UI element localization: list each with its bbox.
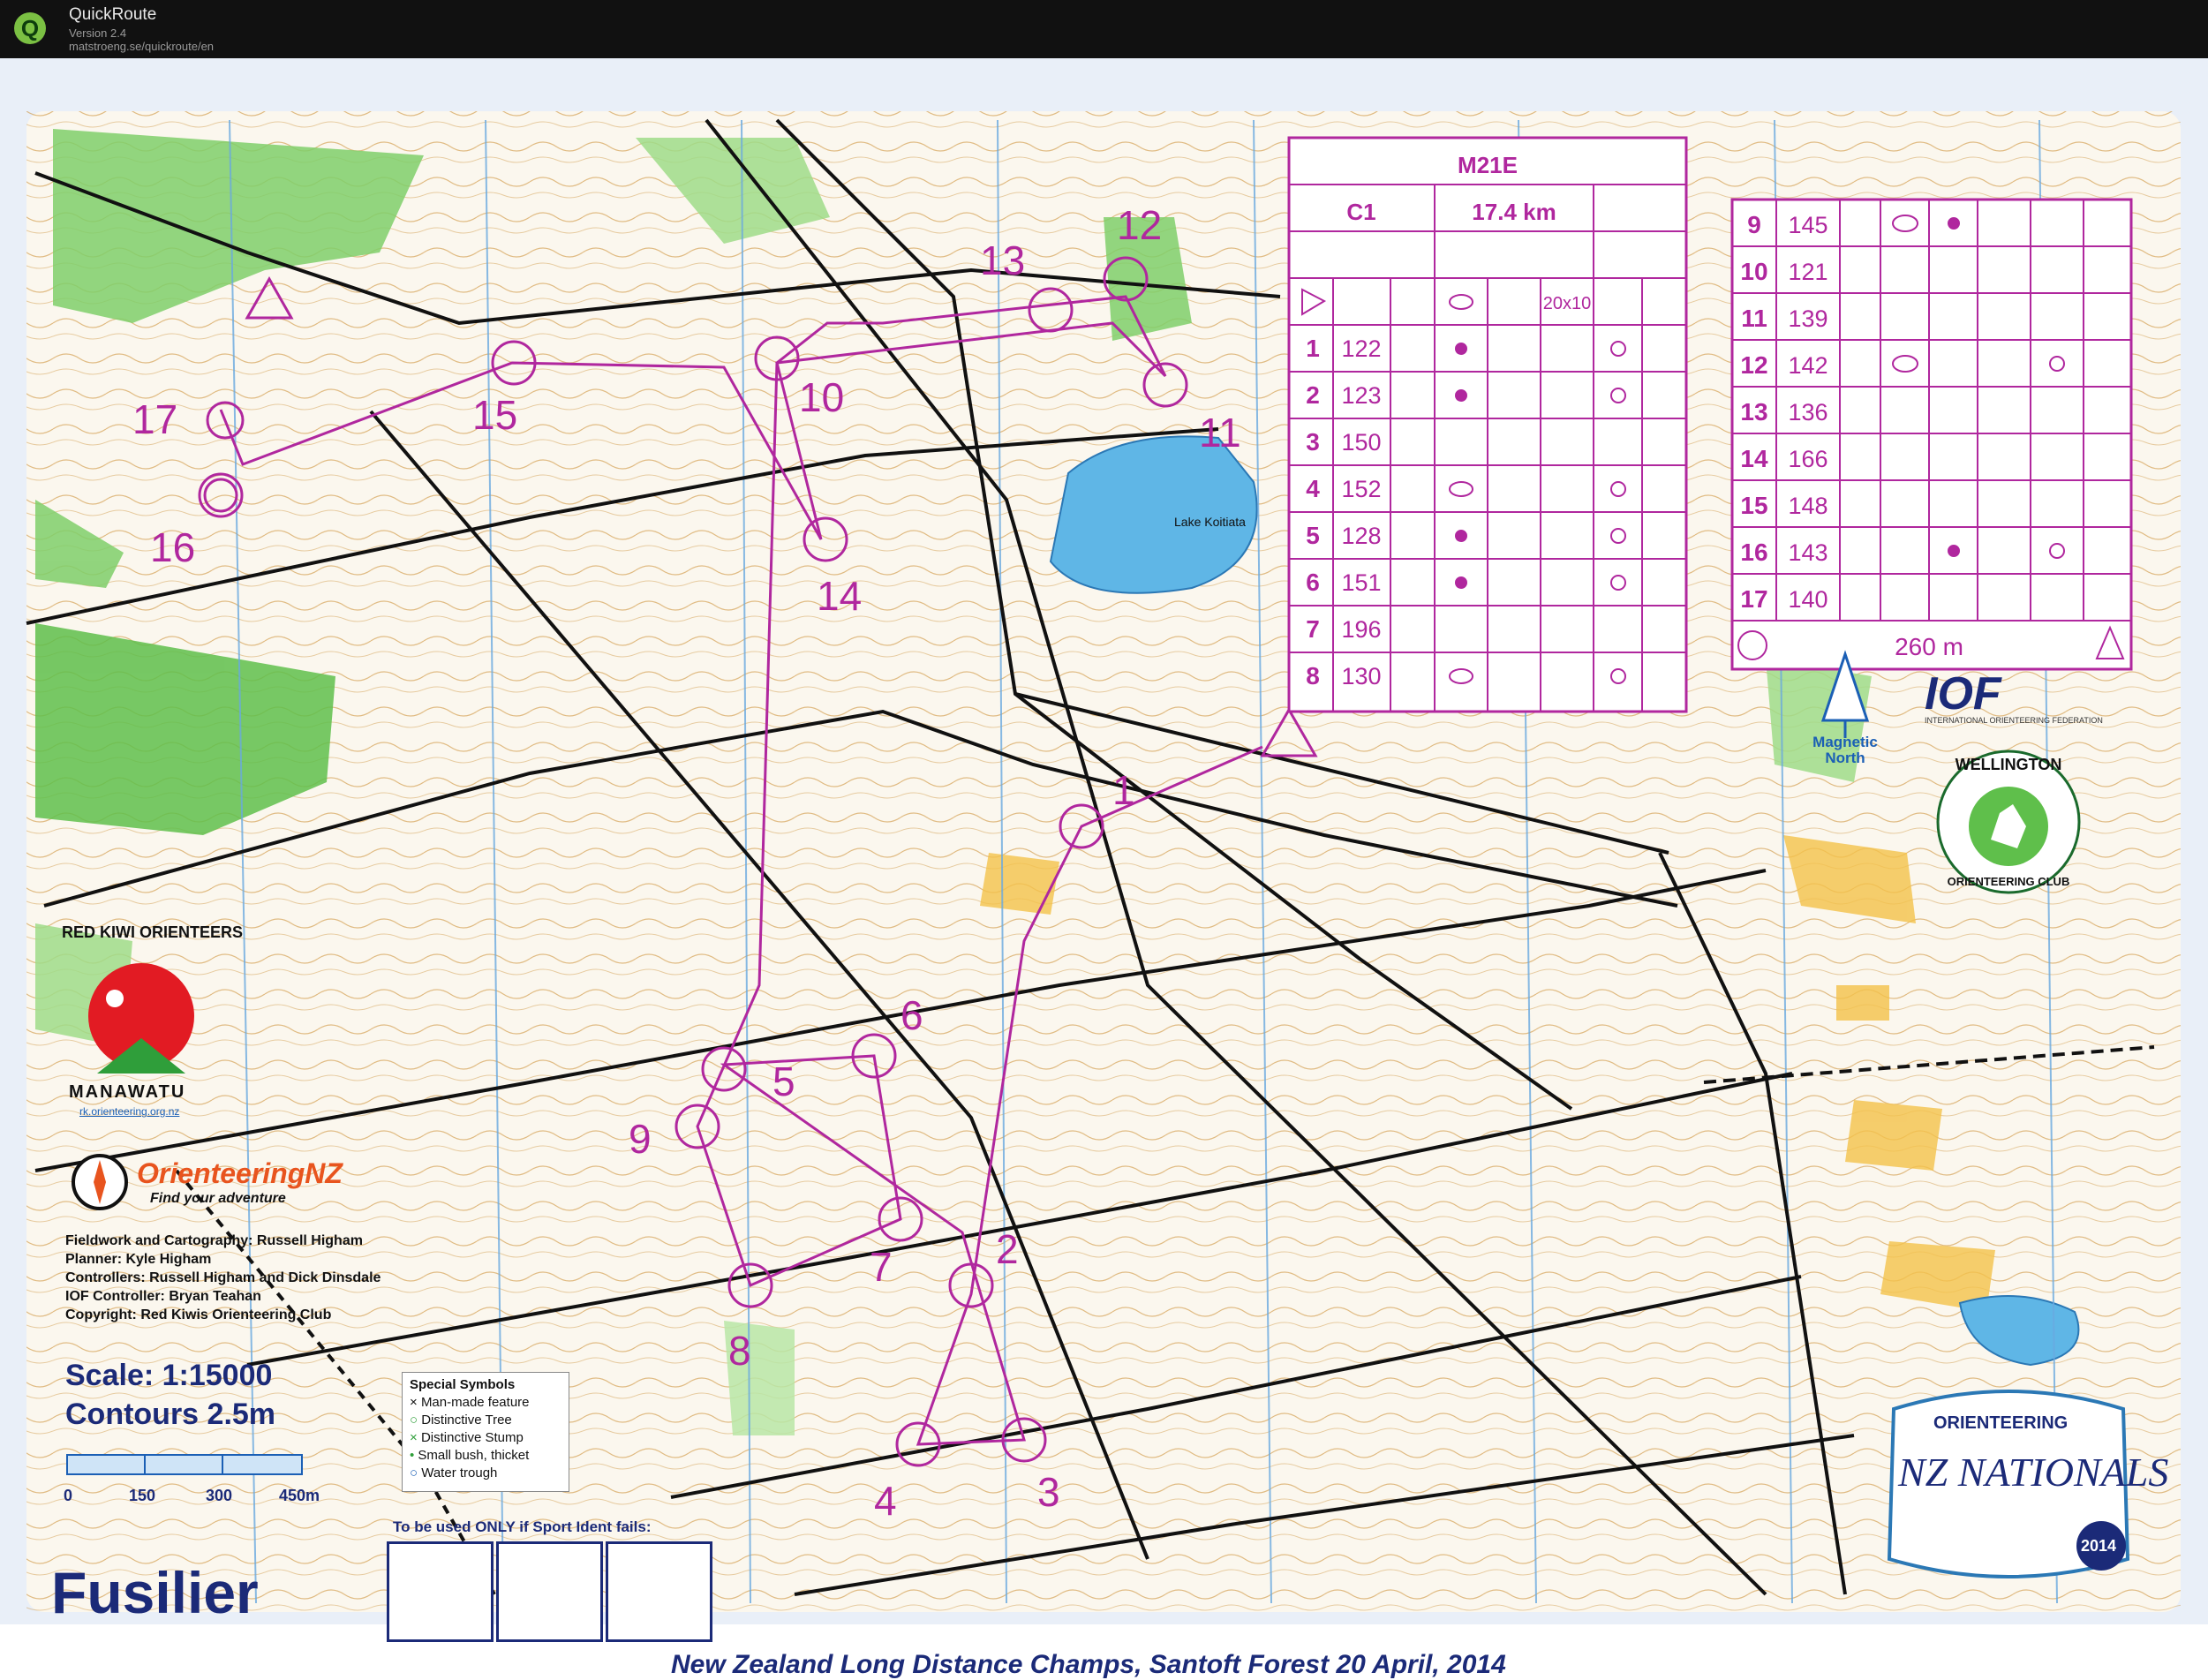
- right-row-9-num: 9: [1747, 211, 1761, 238]
- right-row-15-code: 148: [1788, 493, 1827, 519]
- right-row-16-num: 16: [1740, 539, 1767, 566]
- magnetic-north-label-2: North: [1825, 750, 1865, 766]
- right-row-15-num: 15: [1740, 492, 1767, 519]
- red-kiwi-logo-icon: [88, 963, 194, 1074]
- left-row-3-num: 3: [1306, 428, 1320, 456]
- left-row-4-code: 152: [1341, 476, 1381, 502]
- scale-bar: [66, 1454, 303, 1475]
- course-name: M21E: [1458, 152, 1518, 178]
- iof-full-name: INTERNATIONAL ORIENTEERING FEDERATION: [1925, 716, 2103, 725]
- course-class: C1: [1346, 199, 1375, 225]
- left-row-6-code: 151: [1341, 569, 1381, 596]
- right-row-12-code: 142: [1788, 352, 1827, 379]
- backup-punch-box: [387, 1541, 494, 1642]
- contours-text: Contours 2.5m: [65, 1397, 276, 1431]
- scale-text: Scale: 1:15000: [65, 1359, 273, 1392]
- red-kiwi-region: MANAWATU: [69, 1082, 186, 1102]
- left-row-8-num: 8: [1306, 662, 1320, 689]
- legend-item: • Small bush, thicket: [410, 1448, 530, 1463]
- right-row-16-code: 143: [1788, 539, 1827, 566]
- left-row-7-code: 196: [1341, 616, 1381, 643]
- legend-item: × Distinctive Stump: [410, 1430, 524, 1445]
- left-row-6-num: 6: [1306, 569, 1320, 596]
- credit-line: Fieldwork and Cartography: Russell Higha…: [65, 1233, 363, 1248]
- legend-item: ○ Distinctive Tree: [410, 1413, 512, 1428]
- right-row-13-code: 136: [1788, 399, 1827, 426]
- legend-item: ○ Water trough: [410, 1465, 498, 1480]
- right-row-14-num: 14: [1740, 445, 1768, 472]
- finish-length: 260 m: [1895, 633, 1963, 660]
- left-row-1-code: 122: [1341, 335, 1381, 362]
- map-area-name: Fusilier: [51, 1560, 259, 1625]
- nationals-title: NZ NATIONALS: [1898, 1450, 2169, 1495]
- magnetic-north-label: Magnetic: [1812, 734, 1878, 750]
- nationals-orienteering: ORIENTEERING: [1933, 1413, 2069, 1433]
- credit-line: Planner: Kyle Higham: [65, 1252, 212, 1267]
- iof-logo: IOF: [1925, 668, 2001, 719]
- right-row-17-num: 17: [1740, 585, 1767, 613]
- nationals-year: 2014: [2081, 1537, 2117, 1555]
- orienteering-map[interactable]: Lake Koitiata 1 2 3 4 5 6 7 8 9 10 11 12…: [0, 58, 2208, 1679]
- scale-bar-label-0: 0: [64, 1487, 73, 1504]
- left-row-5-code: 128: [1341, 523, 1381, 549]
- left-row-3-code: 150: [1341, 429, 1381, 456]
- scale-bar-label-450: 450m: [279, 1487, 320, 1504]
- credit-line: Copyright: Red Kiwis Orienteering Club: [65, 1307, 332, 1322]
- onz-tagline: Find your adventure: [150, 1191, 286, 1206]
- wellington-club-name: ORIENTEERING CLUB: [1947, 875, 2070, 888]
- course-length: 17.4 km: [1472, 199, 1556, 225]
- special-symbols-title: Special Symbols: [410, 1377, 516, 1392]
- right-row-11-code: 139: [1788, 305, 1827, 332]
- backup-punch-box: [606, 1541, 712, 1642]
- svg-text:Q: Q: [21, 15, 39, 41]
- start-size: 20x10: [1543, 294, 1592, 313]
- right-row-9-code: 145: [1788, 212, 1827, 238]
- map-footer-title: New Zealand Long Distance Champs, Santof…: [671, 1650, 1506, 1679]
- credit-line: IOF Controller: Bryan Teahan: [65, 1289, 261, 1304]
- red-kiwi-name: RED KIWI ORIENTEERS: [62, 923, 244, 941]
- onz-compass-icon: [72, 1154, 128, 1210]
- left-row-1-num: 1: [1306, 335, 1320, 362]
- right-row-10-code: 121: [1788, 259, 1827, 285]
- backup-punch-box: [496, 1541, 603, 1642]
- left-row-2-code: 123: [1341, 382, 1381, 409]
- scale-bar-label-300: 300: [206, 1487, 233, 1504]
- left-row-8-code: 130: [1341, 663, 1381, 689]
- app-name: QuickRoute: [69, 5, 157, 24]
- scale-info: Scale: 1:15000 Contours 2.5m: [65, 1356, 275, 1434]
- app-version: Version 2.4: [69, 26, 127, 40]
- onz-logo-text: OrienteeringNZ: [137, 1157, 343, 1189]
- map-credits: Fieldwork and Cartography: Russell Higha…: [65, 1232, 381, 1324]
- red-kiwi-url[interactable]: rk.orienteering.org.nz: [79, 1105, 179, 1118]
- right-row-13-num: 13: [1740, 398, 1767, 426]
- left-row-7-num: 7: [1306, 615, 1320, 643]
- left-row-4-num: 4: [1306, 475, 1320, 502]
- right-row-10-num: 10: [1740, 258, 1767, 285]
- right-row-12-num: 12: [1740, 351, 1767, 379]
- right-row-11-num: 11: [1741, 305, 1767, 332]
- app-url[interactable]: matstroeng.se/quickroute/en: [69, 40, 214, 53]
- scale-bar-label-150: 150: [129, 1487, 156, 1504]
- special-symbols-legend: Special Symbols × Man-made feature ○ Dis…: [402, 1372, 569, 1492]
- credit-line: Controllers: Russell Higham and Dick Din…: [65, 1270, 381, 1285]
- right-row-14-code: 166: [1788, 446, 1827, 472]
- left-row-5-num: 5: [1306, 522, 1320, 549]
- legend-item: × Man-made feature: [410, 1395, 530, 1410]
- wellington-name: WELLINGTON: [1955, 756, 2062, 773]
- right-row-17-code: 140: [1788, 586, 1827, 613]
- quickroute-logo-icon: Q: [14, 12, 46, 44]
- app-titlebar: Q QuickRoute Version 2.4 matstroeng.se/q…: [0, 0, 2208, 58]
- backup-boxes-label: To be used ONLY if Sport Ident fails:: [393, 1518, 652, 1535]
- left-row-2-num: 2: [1306, 381, 1320, 409]
